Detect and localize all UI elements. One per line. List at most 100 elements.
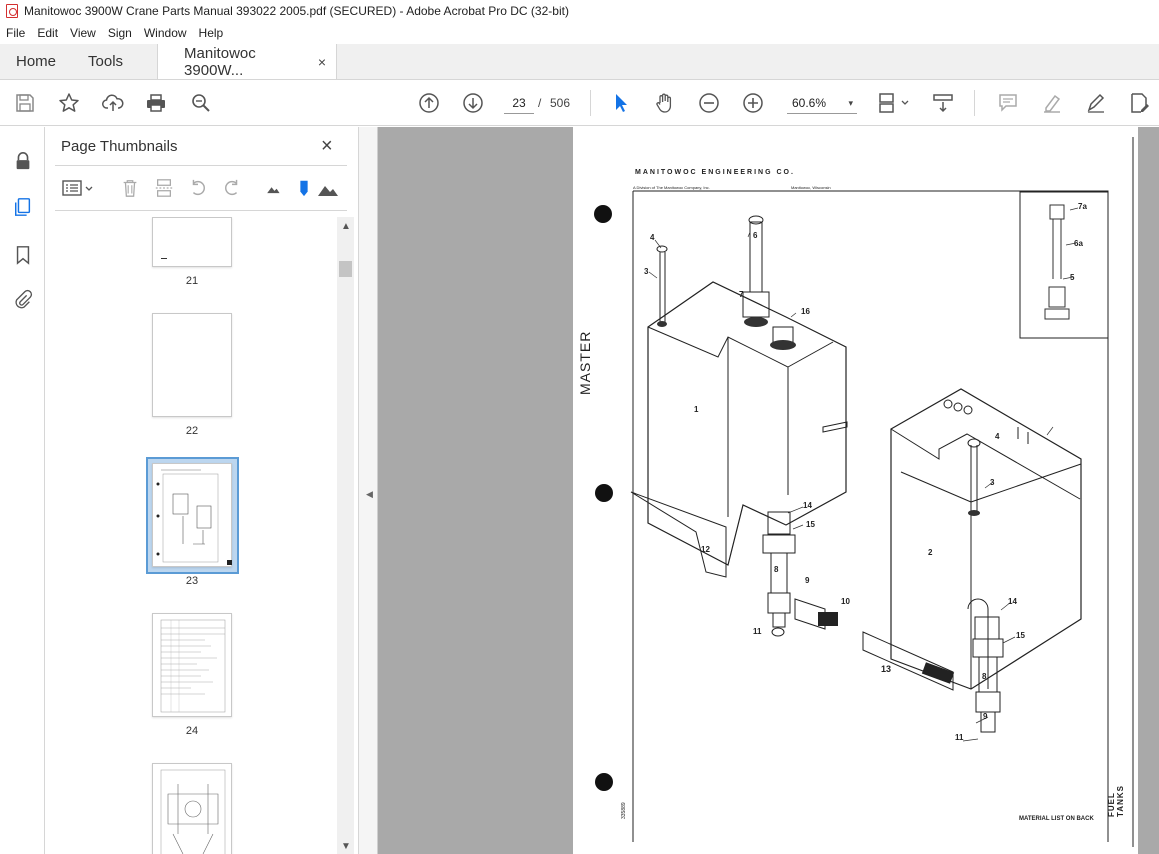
callout: 12 [701, 545, 710, 554]
toolbar-divider [590, 90, 591, 116]
callout: 3 [990, 478, 995, 487]
tab-document-label: Manitowoc 3900W... [184, 44, 256, 79]
menu-help[interactable]: Help [199, 26, 224, 40]
edit-pdf-icon[interactable] [1128, 91, 1152, 115]
callout: 3 [644, 267, 649, 276]
scroll-down-icon[interactable]: ▼ [341, 841, 351, 852]
scrollbar-thumb[interactable] [339, 261, 352, 277]
callout: 13 [881, 664, 892, 674]
zoom-out-icon[interactable] [697, 91, 721, 115]
thumbnail-page[interactable] [152, 463, 232, 567]
page-thumbnails-panel: Page Thumbnails × 21 22 23 24 [45, 127, 358, 854]
page-total: 506 [550, 96, 571, 110]
document-view[interactable]: MANITOWOC ENGINEERING CO. A Division of … [378, 127, 1159, 854]
window-title: Manitowoc 3900W Crane Parts Manual 39302… [24, 4, 569, 18]
thumbnail-label: 21 [185, 275, 199, 287]
zoom-search-icon[interactable] [189, 91, 213, 115]
toolbar-divider [974, 90, 975, 116]
rotate-left-icon[interactable] [187, 177, 209, 199]
parts-diagram [594, 137, 1134, 847]
thumbnail-page[interactable] [152, 763, 232, 854]
menu-view[interactable]: View [70, 26, 96, 40]
callout: 8 [982, 672, 987, 681]
print-icon[interactable] [144, 91, 168, 115]
scroll-mode-icon[interactable] [931, 91, 955, 115]
thumbnail-page[interactable] [152, 313, 232, 417]
insert-page-icon[interactable] [153, 177, 175, 199]
hand-icon[interactable] [653, 91, 677, 115]
menu-window[interactable]: Window [144, 26, 187, 40]
thumbnail-page[interactable] [152, 613, 232, 717]
callout: 14 [1008, 597, 1017, 606]
delete-page-icon[interactable] [119, 177, 141, 199]
tab-close-icon[interactable]: × [318, 54, 326, 70]
left-navigation-rail [0, 127, 45, 854]
options-menu-icon[interactable] [61, 177, 95, 199]
panel-title: Page Thumbnails [61, 138, 178, 155]
attachment-icon[interactable] [11, 287, 35, 311]
callout: 2 [928, 548, 933, 557]
page-down-icon[interactable] [461, 91, 485, 115]
thumbnail-scrollbar[interactable]: ▲ ▼ [337, 217, 354, 854]
callout: 4 [650, 233, 655, 242]
thumbnail-label: 23 [185, 575, 199, 587]
thumbnail-label: 24 [185, 725, 199, 737]
zoom-in-icon[interactable] [741, 91, 765, 115]
highlight-icon[interactable] [1040, 91, 1064, 115]
bookmark-icon[interactable] [11, 243, 35, 267]
main-toolbar: 23 / 506 60.6% ▾ [0, 80, 1159, 126]
callout: 7 [739, 290, 744, 299]
comment-icon[interactable] [996, 91, 1020, 115]
callout: 10 [841, 597, 850, 606]
tab-document[interactable]: Manitowoc 3900W... × [157, 44, 338, 79]
close-icon[interactable]: × [321, 135, 333, 158]
enlarge-thumbnail-icon[interactable] [317, 177, 339, 199]
callout: 8 [774, 565, 779, 574]
slider-marker-icon[interactable] [293, 177, 315, 199]
tab-tools[interactable]: Tools [72, 44, 139, 79]
menu-edit[interactable]: Edit [37, 26, 58, 40]
callout: 15 [806, 520, 815, 529]
collapse-panel-icon[interactable]: ◀ [366, 489, 373, 500]
callout: 5 [1070, 273, 1075, 282]
thumbnail-list[interactable]: 21 22 23 24 [55, 217, 347, 854]
tab-home[interactable]: Home [0, 44, 72, 79]
page-number-input[interactable]: 23 [504, 92, 534, 114]
menu-file[interactable]: File [6, 26, 25, 40]
panel-splitter[interactable]: ◀ [358, 127, 378, 854]
upload-icon[interactable] [101, 91, 125, 115]
callout: 11 [955, 733, 964, 742]
star-icon[interactable] [57, 91, 81, 115]
page-up-icon[interactable] [417, 91, 441, 115]
company-name: MANITOWOC ENGINEERING CO. [635, 169, 795, 176]
chevron-down-icon[interactable]: ▾ [848, 92, 853, 114]
callout: 14 [803, 501, 812, 510]
rotate-right-icon[interactable] [221, 177, 243, 199]
scroll-up-icon[interactable]: ▲ [341, 221, 351, 232]
callout: 9 [983, 712, 988, 721]
lock-icon[interactable] [11, 149, 35, 173]
drawing-number: 335889 [621, 802, 627, 819]
tab-bar: Home Tools Manitowoc 3900W... × [0, 44, 1159, 80]
thumbnail-toolbar [55, 165, 347, 211]
callout: 1 [694, 405, 699, 414]
thumbnail-page[interactable] [152, 217, 232, 267]
callout: 6a [1074, 239, 1083, 248]
thumbnail-label: 22 [185, 425, 199, 437]
select-cursor-icon[interactable] [609, 91, 633, 115]
pdf-page: MANITOWOC ENGINEERING CO. A Division of … [573, 127, 1138, 854]
drawing-title: FUEL TANKS [1107, 785, 1125, 817]
reduce-thumbnail-icon[interactable] [262, 177, 284, 199]
material-list-note: MATERIAL LIST ON BACK [1019, 816, 1094, 822]
sign-icon[interactable] [1084, 91, 1108, 115]
save-icon[interactable] [13, 91, 37, 115]
menu-sign[interactable]: Sign [108, 26, 132, 40]
master-stamp: MASTER [577, 330, 593, 395]
page-thumbnails-icon[interactable] [11, 195, 35, 219]
callout: 6 [753, 231, 758, 240]
callout: 11 [753, 627, 762, 636]
fit-page-icon[interactable] [876, 91, 912, 115]
zoom-level-select[interactable]: 60.6% ▾ [787, 92, 857, 114]
callout: 7a [1078, 202, 1087, 211]
acrobat-app-icon [6, 4, 18, 18]
